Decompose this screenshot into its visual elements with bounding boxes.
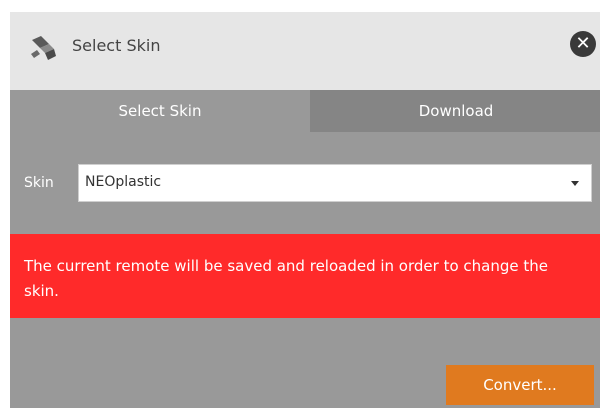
skin-select-value: NEOplastic [85,174,162,190]
convert-button[interactable]: Convert... [446,365,594,405]
chevron-down-icon [571,181,579,186]
close-icon: ✕ [575,33,591,54]
close-button[interactable]: ✕ [570,31,596,57]
skin-select[interactable]: NEOplastic [78,164,592,202]
skin-label: Skin [24,175,54,191]
dialog-title: Select Skin [72,36,161,55]
tab-bar: Select Skin Download [10,90,600,132]
warning-text: The current remote will be saved and rel… [24,257,548,300]
tab-download[interactable]: Download [310,90,600,132]
title-bar: Select Skin ✕ [10,12,600,90]
tab-select-skin[interactable]: Select Skin [10,90,310,132]
warning-banner: The current remote will be saved and rel… [10,234,600,318]
paint-brush-icon [31,36,56,60]
select-skin-dialog: Select Skin ✕ Select Skin Download Skin … [10,12,600,408]
